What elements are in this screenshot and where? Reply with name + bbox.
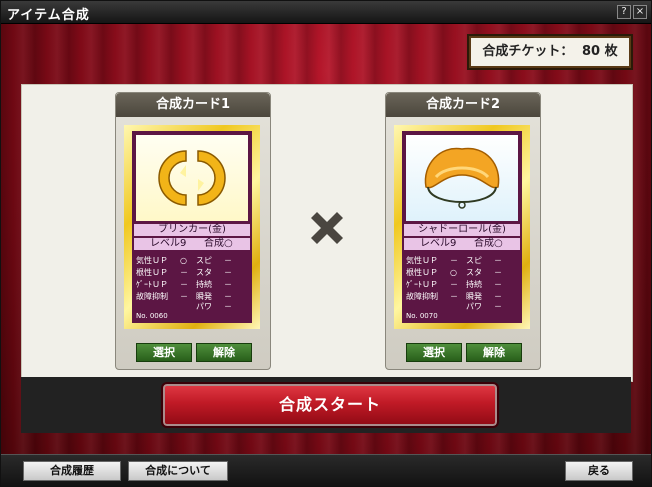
shadow-roll-gold-icon <box>406 135 518 221</box>
card-name: ブリンカー(金) <box>134 224 250 236</box>
synthesis-history-button[interactable]: 合成履歴 <box>23 461 121 481</box>
card-stats: 気性ＵＰ － スピ － 根性ＵＰ ○ スタ － ｹﾞｰﾄＵＰ － 持続 － 故障… <box>406 255 518 319</box>
card-slot-2: 合成カード2 シャドーロール(金) レベル9 合成○ 気性ＵＰ － スピ － 根… <box>385 92 541 370</box>
item-card-1[interactable]: ブリンカー(金) レベル9 合成○ 気性ＵＰ ○ スピ － 根性ＵＰ － スタ … <box>124 125 260 329</box>
card-synth-flag: 合成○ <box>474 238 503 249</box>
stat-value: － <box>450 256 458 265</box>
stat-value: ○ <box>450 268 457 277</box>
stat-row: 気性ＵＰ ○ スピ － <box>136 255 248 267</box>
multiply-icon <box>305 206 349 250</box>
stat-key: スピ <box>196 256 212 265</box>
card-slot-1: 合成カード1 ブリンカー(金) レベル9 合成○ 気性ＵＰ ○ スピ － 根性Ｕ… <box>115 92 271 370</box>
remove-card-2-button[interactable]: 解除 <box>466 343 522 362</box>
select-card-1-button[interactable]: 選択 <box>136 343 192 362</box>
stat-value: － <box>224 268 232 277</box>
card-slot-2-header: 合成カード2 <box>386 93 540 117</box>
card-level: レベル9 <box>150 238 187 249</box>
item-synthesis-window: アイテム合成 ? × 合成チケット： 80 枚 合成カード1 ブリンカー(金) … <box>0 0 652 487</box>
card-stats: 気性ＵＰ ○ スピ － 根性ＵＰ － スタ － ｹﾞｰﾄＵＰ － 持続 － 故障… <box>136 255 248 319</box>
stat-value: － <box>450 280 458 289</box>
card-body: シャドーロール(金) レベル9 合成○ 気性ＵＰ － スピ － 根性ＵＰ ○ ス… <box>402 131 522 323</box>
ticket-label: 合成チケット： <box>482 44 574 59</box>
card-synth-flag: 合成○ <box>204 238 233 249</box>
stat-row: ｹﾞｰﾄＵＰ － 持続 － <box>136 279 248 291</box>
stat-key: スタ <box>196 268 212 277</box>
stat-key: 根性ＵＰ <box>136 268 168 277</box>
remove-card-1-button[interactable]: 解除 <box>196 343 252 362</box>
stat-value: － <box>180 280 188 289</box>
select-card-2-button[interactable]: 選択 <box>406 343 462 362</box>
item-card-2[interactable]: シャドーロール(金) レベル9 合成○ 気性ＵＰ － スピ － 根性ＵＰ ○ ス… <box>394 125 530 329</box>
stat-value: － <box>224 302 232 311</box>
blinker-gold-icon <box>136 135 248 221</box>
card-body: ブリンカー(金) レベル9 合成○ 気性ＵＰ ○ スピ － 根性ＵＰ － スタ … <box>132 131 252 323</box>
stat-value: － <box>494 280 502 289</box>
stat-row: 根性ＵＰ ○ スタ － <box>406 267 518 279</box>
stat-key: ｹﾞｰﾄＵＰ <box>406 280 438 289</box>
card-level-line: レベル9 合成○ <box>404 238 520 250</box>
stat-key: パワ <box>466 302 482 311</box>
stat-value: － <box>224 280 232 289</box>
ticket-unit: 枚 <box>604 44 618 59</box>
stat-value: － <box>494 268 502 277</box>
card-number: No. 0070 <box>406 312 438 320</box>
curtain-stage: 合成チケット： 80 枚 合成カード1 ブリンカー(金) レベル9 合成○ 気性… <box>1 24 651 486</box>
close-button[interactable]: × <box>633 5 647 19</box>
stat-key: 気性ＵＰ <box>406 256 438 265</box>
stat-value: ○ <box>180 256 187 265</box>
stat-value: － <box>494 302 502 311</box>
stat-row: 気性ＵＰ － スピ － <box>406 255 518 267</box>
synthesis-ticket-counter: 合成チケット： 80 枚 <box>469 36 631 68</box>
stat-value: － <box>224 256 232 265</box>
ticket-count: 80 <box>581 44 601 59</box>
footer-bar: 合成履歴 合成について 戻る <box>1 454 651 486</box>
window-title: アイテム合成 <box>7 8 90 23</box>
stat-key: ｹﾞｰﾄＵＰ <box>136 280 168 289</box>
help-button[interactable]: ? <box>617 5 631 19</box>
card-level-line: レベル9 合成○ <box>134 238 250 250</box>
stat-key: スタ <box>466 268 482 277</box>
card-number: No. 0060 <box>136 312 168 320</box>
stat-key: 持続 <box>466 280 482 289</box>
about-synthesis-button[interactable]: 合成について <box>128 461 228 481</box>
stat-key: 根性ＵＰ <box>406 268 438 277</box>
stat-key: スピ <box>466 256 482 265</box>
card-slot-1-header: 合成カード1 <box>116 93 270 117</box>
stat-key: 持続 <box>196 280 212 289</box>
synthesis-start-button[interactable]: 合成スタート <box>161 382 499 428</box>
title-bar: アイテム合成 ? × <box>1 1 651 24</box>
card-level: レベル9 <box>420 238 457 249</box>
stat-value: － <box>180 268 188 277</box>
stat-value: － <box>494 256 502 265</box>
stat-key: 気性ＵＰ <box>136 256 168 265</box>
stat-key: パワ <box>196 302 212 311</box>
back-button[interactable]: 戻る <box>565 461 633 481</box>
stat-row: ｹﾞｰﾄＵＰ － 持続 － <box>406 279 518 291</box>
stat-row: 根性ＵＰ － スタ － <box>136 267 248 279</box>
card-name: シャドーロール(金) <box>404 224 520 236</box>
